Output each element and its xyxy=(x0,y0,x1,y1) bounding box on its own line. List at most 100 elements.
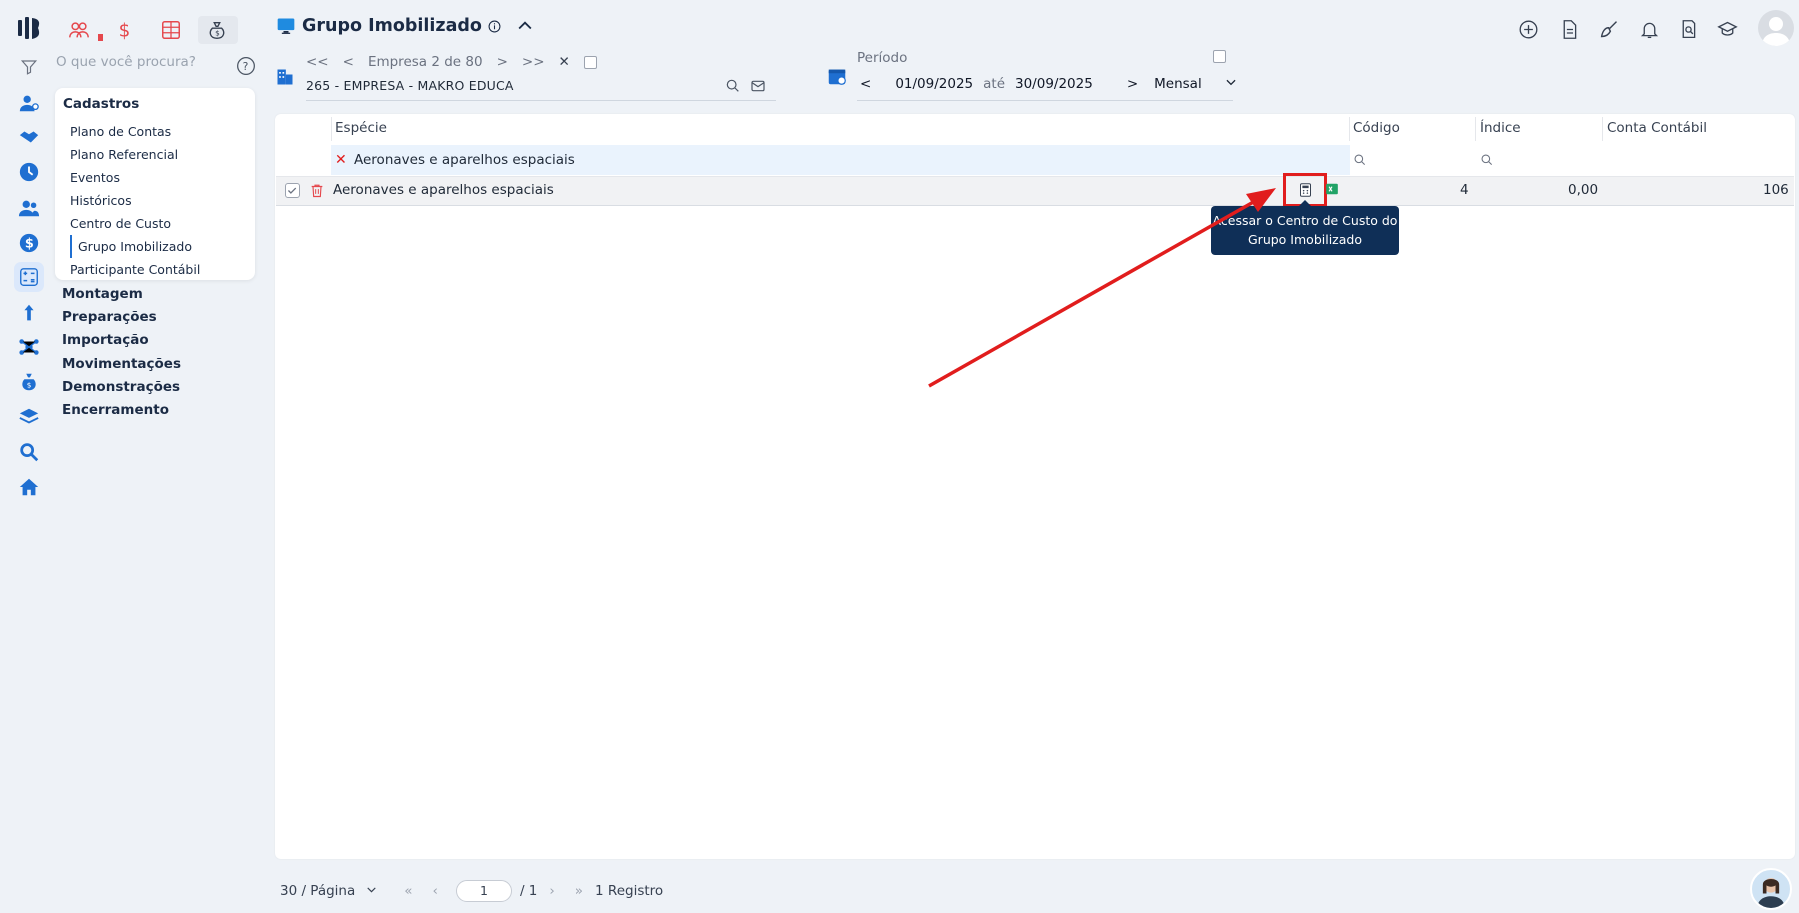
svg-text:$: $ xyxy=(27,381,32,390)
section-preparacoes[interactable]: Preparações xyxy=(62,309,157,325)
menu-item-participante-contabil[interactable]: Participante Contábil xyxy=(63,258,247,281)
user-register-icon[interactable] xyxy=(14,88,44,118)
section-importacao[interactable]: Importação xyxy=(62,332,149,348)
company-name[interactable]: 265 - EMPRESA - MAKRO EDUCA xyxy=(306,78,514,93)
svg-text:$: $ xyxy=(25,237,34,252)
chevron-up-icon[interactable] xyxy=(515,16,535,36)
per-page-select[interactable]: 30 / Página xyxy=(280,883,355,899)
info-icon[interactable] xyxy=(488,20,501,33)
codigo-cell: 4 xyxy=(1460,182,1469,198)
menu-item-plano-referencial[interactable]: Plano Referencial xyxy=(63,143,247,166)
chevron-down-icon[interactable] xyxy=(1224,75,1238,93)
last-company-button[interactable]: >> xyxy=(522,54,545,70)
period-type-select[interactable]: Mensal xyxy=(1154,76,1202,92)
especie-filter-value[interactable]: Aeronaves e aparelhos espaciais xyxy=(354,152,575,168)
svg-text:$: $ xyxy=(119,20,131,41)
people-module-icon[interactable] xyxy=(64,16,94,44)
codigo-filter-search-icon[interactable] xyxy=(1353,153,1367,171)
period-label: Período xyxy=(857,50,908,66)
column-divider xyxy=(1602,117,1603,141)
spreadsheet-module-icon[interactable] xyxy=(156,16,186,44)
clear-filter-icon[interactable]: ✕ xyxy=(335,152,347,168)
menu-item-centro-de-custo[interactable]: Centro de Custo xyxy=(63,212,247,235)
column-divider xyxy=(1349,117,1350,141)
company-search-icon[interactable] xyxy=(724,77,742,95)
report-search-icon[interactable] xyxy=(1675,16,1701,42)
company-navigator: << < Empresa 2 de 80 > >> ✕ xyxy=(306,54,597,70)
edit-checkbox-icon[interactable] xyxy=(285,183,300,198)
period-start-input[interactable]: 01/09/2025 xyxy=(895,76,973,92)
handshake-icon[interactable] xyxy=(14,122,44,152)
building-icon xyxy=(275,66,295,92)
excel-icon[interactable] xyxy=(1325,182,1339,200)
help-icon[interactable]: ? xyxy=(236,56,256,76)
filter-icon[interactable] xyxy=(18,56,40,78)
cadastros-menu: Cadastros Plano de Contas Plano Referenc… xyxy=(55,88,255,280)
section-movimentacoes[interactable]: Movimentações xyxy=(62,356,181,372)
page-title: Grupo Imobilizado xyxy=(302,16,482,36)
section-montagem[interactable]: Montagem xyxy=(62,286,143,302)
calculator-icon[interactable] xyxy=(14,262,44,292)
network-icon[interactable] xyxy=(14,332,44,362)
column-header-conta-contabil[interactable]: Conta Contábil xyxy=(1607,120,1707,136)
company-checkbox[interactable] xyxy=(583,55,597,69)
search-input[interactable]: O que você procura? xyxy=(56,54,196,70)
next-period-button[interactable]: > xyxy=(1127,76,1138,92)
indice-filter-search-icon[interactable] xyxy=(1480,153,1494,171)
dollar-icon[interactable]: $ xyxy=(14,228,44,258)
column-header-especie[interactable]: Espécie xyxy=(335,120,387,136)
mail-icon[interactable] xyxy=(749,77,767,95)
user-avatar[interactable] xyxy=(1758,10,1794,46)
period-separator: até xyxy=(983,76,1005,92)
record-count: 1 Registro xyxy=(595,883,664,899)
especie-cell: Aeronaves e aparelhos espaciais xyxy=(333,182,554,198)
prev-company-button[interactable]: < xyxy=(343,54,354,70)
divider xyxy=(306,100,776,101)
people-icon[interactable] xyxy=(14,193,44,223)
first-page-button[interactable]: « xyxy=(404,883,412,899)
page-input[interactable]: 1 xyxy=(455,880,512,902)
search-icon[interactable] xyxy=(14,437,44,467)
prev-period-button[interactable]: < xyxy=(860,76,871,92)
pagination: 30 / Página « ‹ 1 / 1 › » 1 Registro xyxy=(280,880,663,902)
column-header-indice[interactable]: Índice xyxy=(1480,120,1521,136)
column-divider xyxy=(331,117,332,141)
home-icon[interactable] xyxy=(14,472,44,502)
conta-contabil-cell: 106 xyxy=(1763,182,1789,198)
add-icon[interactable] xyxy=(1515,16,1541,42)
trash-icon[interactable] xyxy=(309,182,325,203)
graduation-cap-icon[interactable] xyxy=(1714,16,1740,42)
layers-icon[interactable] xyxy=(14,402,44,432)
module-marker xyxy=(98,34,103,41)
menu-item-historicos[interactable]: Históricos xyxy=(63,189,247,212)
close-icon[interactable]: ✕ xyxy=(559,54,570,70)
menu-item-eventos[interactable]: Eventos xyxy=(63,166,247,189)
app-logo[interactable] xyxy=(16,14,44,42)
last-page-button[interactable]: » xyxy=(575,883,583,899)
period-checkbox[interactable] xyxy=(1213,50,1226,63)
svg-text:$: $ xyxy=(215,29,220,38)
bell-icon[interactable] xyxy=(1636,16,1662,42)
menu-item-grupo-imobilizado[interactable]: Grupo Imobilizado xyxy=(70,235,247,258)
next-company-button[interactable]: > xyxy=(497,54,508,70)
period-end-input[interactable]: 30/09/2025 xyxy=(1015,76,1093,92)
assistant-avatar[interactable] xyxy=(1750,868,1792,910)
chevron-down-icon[interactable] xyxy=(365,883,378,900)
document-icon[interactable] xyxy=(1556,16,1582,42)
section-encerramento[interactable]: Encerramento xyxy=(62,402,169,418)
upload-icon[interactable] xyxy=(14,298,44,328)
divider xyxy=(857,100,1233,101)
menu-item-plano-de-contas[interactable]: Plano de Contas xyxy=(63,120,247,143)
column-header-codigo[interactable]: Código xyxy=(1353,120,1400,136)
clock-icon[interactable] xyxy=(14,157,44,187)
column-divider xyxy=(1475,117,1476,141)
first-company-button[interactable]: << xyxy=(306,54,329,70)
dollar-module-icon[interactable]: $ xyxy=(110,16,140,44)
moneybag-module-icon[interactable]: $ xyxy=(202,16,232,44)
moneybag-icon[interactable]: $ xyxy=(14,367,44,397)
section-demonstracoes[interactable]: Demonstrações xyxy=(62,379,180,395)
prev-page-button[interactable]: ‹ xyxy=(433,883,438,899)
next-page-button[interactable]: › xyxy=(549,883,554,899)
broom-icon[interactable] xyxy=(1596,16,1622,42)
menu-title: Cadastros xyxy=(63,96,140,112)
